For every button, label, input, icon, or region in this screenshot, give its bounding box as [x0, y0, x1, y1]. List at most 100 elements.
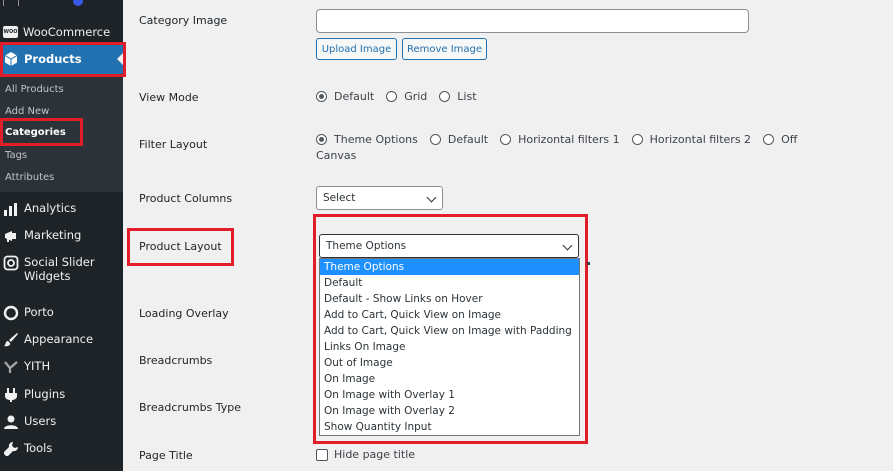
dropdown-option[interactable]: On Image [320, 371, 579, 387]
radio-label: Grid [404, 90, 428, 103]
notification-badge [73, 0, 83, 6]
menu-woocommerce[interactable]: WOO WooCommerce [0, 25, 123, 39]
label-category-image: Category Image [139, 14, 228, 27]
radio-checked[interactable] [316, 91, 327, 102]
chevron-down-icon [562, 240, 573, 251]
view-mode-grid[interactable]: Grid [386, 90, 427, 103]
dropdown-option[interactable]: Theme Options [320, 259, 579, 275]
dropdown-option[interactable]: On Image with Overlay 1 [320, 387, 579, 403]
menu-users[interactable]: Users [0, 414, 123, 430]
checkbox-label: Hide page title [334, 448, 416, 461]
submenu-categories[interactable]: Categories [5, 127, 66, 138]
radio-label: Default [447, 133, 489, 146]
submenu-add-new[interactable]: Add New [5, 106, 49, 117]
plug-icon [3, 387, 19, 403]
label-product-layout: Product Layout [139, 240, 222, 253]
radio[interactable] [500, 134, 512, 145]
menu-social-slider-widgets[interactable]: Social Slider Widgets [0, 255, 123, 283]
filter-layout-off[interactable]: Off [763, 133, 797, 146]
menu-tools-label: Tools [24, 441, 53, 455]
view-mode-list[interactable]: List [439, 90, 477, 103]
menu-analytics-label: Analytics [24, 201, 77, 215]
filter-layout-horizontal-1[interactable]: Horizontal filters 1 [500, 133, 620, 146]
menu-icon-partial [3, 0, 19, 6]
current-menu-arrow [117, 53, 123, 65]
dropdown-option[interactable]: Default [320, 275, 579, 291]
menu-plugins[interactable]: Plugins [0, 387, 123, 403]
submenu-tags[interactable]: Tags [5, 150, 27, 161]
radio-label: Horizontal filters 2 [649, 133, 752, 146]
menu-appearance-label: Appearance [24, 332, 94, 346]
admin-sidebar: WOO WooCommerce Products All Products Ad… [0, 0, 123, 471]
radio-label: Horizontal filters 1 [518, 133, 620, 146]
menu-marketing-label: Marketing [24, 228, 82, 242]
trailing-period [587, 262, 590, 265]
label-product-columns: Product Columns [139, 192, 233, 205]
dropdown-option[interactable]: Out of Image [320, 355, 579, 371]
products-icon [3, 51, 19, 67]
filter-layout-radio-group: Theme Options Default Horizontal filters… [316, 133, 809, 146]
menu-social-slider-label: Social Slider Widgets [24, 255, 95, 283]
filter-layout-theme-options[interactable]: Theme Options [316, 133, 418, 146]
menu-marketing[interactable]: Marketing [0, 228, 123, 244]
upload-image-button[interactable]: Upload Image [316, 38, 397, 60]
submenu-all-products[interactable]: All Products [5, 84, 64, 95]
view-mode-default[interactable]: Default [316, 90, 374, 103]
radio[interactable] [429, 134, 441, 145]
radio[interactable] [386, 91, 398, 102]
radio-label: Default [334, 90, 375, 103]
radio[interactable] [631, 134, 643, 145]
menu-porto-label: Porto [24, 305, 54, 319]
label-filter-layout: Filter Layout [139, 138, 208, 151]
radio-checked[interactable] [316, 134, 327, 145]
user-icon [3, 414, 19, 430]
menu-tools[interactable]: Tools [0, 441, 123, 457]
remove-image-button[interactable]: Remove Image [402, 38, 487, 60]
product-layout-dropdown-list: Theme Options Default Default - Show Lin… [319, 258, 580, 436]
camera-icon [3, 255, 19, 271]
dropdown-option[interactable]: Show Quantity Input [320, 419, 579, 435]
select-value: Theme Options [326, 240, 407, 252]
radio-label: Theme Options [334, 133, 418, 146]
radio-label: Off [781, 133, 798, 146]
menu-products-label: Products [24, 52, 82, 66]
wrench-icon [3, 441, 19, 457]
woocommerce-icon: WOO [3, 26, 18, 38]
submenu-attributes[interactable]: Attributes [5, 172, 54, 183]
label-breadcrumbs: Breadcrumbs [139, 354, 213, 367]
dropdown-option[interactable]: Links On Image [320, 339, 579, 355]
dropdown-option[interactable]: Default - Show Links on Hover [320, 291, 579, 307]
menu-yith-label: YITH [24, 359, 51, 373]
label-breadcrumbs-type: Breadcrumbs Type [139, 401, 242, 414]
menu-plugins-label: Plugins [24, 387, 66, 401]
product-layout-select[interactable]: Theme Options [319, 234, 579, 258]
dropdown-option[interactable]: On Image with Overlay 2 [320, 403, 579, 419]
menu-yith[interactable]: YITH [0, 359, 123, 375]
menu-users-label: Users [24, 414, 57, 428]
label-view-mode: View Mode [139, 91, 199, 104]
megaphone-icon [3, 228, 19, 244]
menu-woocommerce-label: WooCommerce [23, 25, 111, 39]
radio[interactable] [763, 134, 775, 145]
filter-layout-default[interactable]: Default [429, 133, 489, 146]
filter-layout-wrap-text: Canvas [316, 149, 357, 162]
menu-appearance[interactable]: Appearance [0, 332, 123, 348]
hide-page-title-checkbox[interactable] [316, 448, 328, 461]
menu-porto[interactable]: Porto [0, 305, 123, 321]
dropdown-option[interactable]: Add to Cart, Quick View on Image [320, 307, 579, 323]
hide-page-title-option[interactable]: Hide page title [316, 448, 415, 461]
porto-icon [3, 305, 19, 321]
category-image-input[interactable] [316, 9, 749, 33]
dropdown-option[interactable]: Add to Cart, Quick View on Image with Pa… [320, 323, 579, 339]
filter-layout-horizontal-2[interactable]: Horizontal filters 2 [631, 133, 752, 146]
select-value: Select [323, 192, 356, 204]
radio[interactable] [439, 91, 451, 102]
product-columns-select[interactable]: Select [316, 186, 443, 210]
label-loading-overlay: Loading Overlay [139, 307, 229, 320]
menu-products[interactable]: Products [0, 44, 123, 74]
view-mode-radio-group: Default Grid List [316, 90, 489, 103]
yith-icon [3, 359, 19, 375]
chevron-down-icon [426, 192, 437, 203]
menu-analytics[interactable]: Analytics [0, 201, 123, 217]
bar-chart-icon [3, 201, 19, 217]
